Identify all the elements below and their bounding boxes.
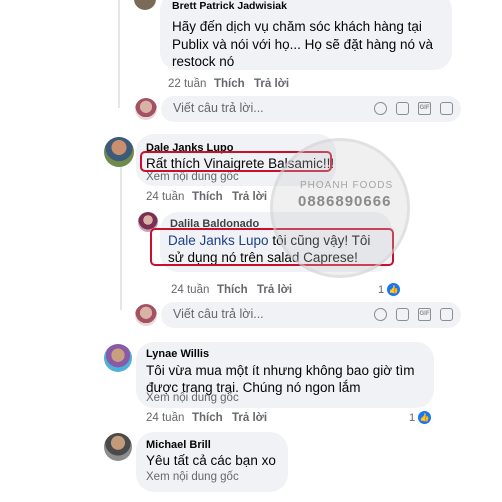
comment-time[interactable]: 24 tuần (146, 191, 192, 203)
like-button[interactable]: Thích (214, 78, 254, 90)
camera-icon[interactable] (396, 102, 409, 115)
reply-button[interactable]: Trả lời (232, 412, 267, 424)
avatar[interactable] (104, 433, 132, 461)
reply-button[interactable]: Trả lời (254, 78, 289, 90)
comment-author[interactable]: Brett Patrick Jadwisiak (172, 0, 287, 12)
like-button[interactable]: Thích (217, 284, 257, 296)
comment-actions: 24 tuần Thích Trả lời (146, 412, 267, 424)
reply-button[interactable]: Trả lời (257, 284, 292, 296)
see-original-link[interactable]: Xem nội dung gốc (146, 471, 239, 483)
comment-bubble: Brett Patrick Jadwisiak Hãy đến dịch vụ … (160, 0, 452, 70)
avatar (135, 304, 157, 326)
reply-button[interactable]: Trả lời (232, 191, 267, 203)
like-button[interactable]: Thích (192, 412, 232, 424)
comment-author[interactable]: Lynae Willis (146, 348, 209, 360)
reply-input-icons: GIF (374, 102, 453, 115)
reply-input[interactable]: Viết câu trả lời... GIF (161, 302, 461, 328)
reply-placeholder: Viết câu trả lời... (173, 101, 264, 115)
emoji-icon[interactable] (374, 308, 387, 321)
see-original-link[interactable]: Xem nội dung gốc (146, 392, 239, 404)
reaction-count-number: 1 (378, 283, 385, 296)
like-reaction-icon: 👍 (418, 411, 432, 424)
camera-icon[interactable] (396, 308, 409, 321)
thread-line (120, 160, 122, 310)
reply-input[interactable]: Viết câu trả lời... GIF (161, 96, 461, 122)
avatar[interactable] (104, 137, 134, 167)
gif-icon[interactable]: GIF (418, 102, 431, 115)
watermark-phone: 0886890666 (298, 193, 392, 210)
comment-author[interactable]: Michael Brill (146, 439, 211, 451)
sticker-icon[interactable] (440, 308, 453, 321)
comment-bubble: Lynae Willis Tôi vừa mua một ít nhưng kh… (136, 342, 434, 408)
comment-time[interactable]: 24 tuần (146, 412, 192, 424)
comment-time[interactable]: 24 tuần (171, 284, 217, 296)
reaction-count-number: 1 (409, 411, 416, 424)
comment-text: Tôi vừa mua một ít nhưng không bao giờ t… (146, 363, 415, 395)
watermark-brand: PHOANH FOODS (300, 180, 394, 191)
emoji-icon[interactable] (374, 102, 387, 115)
comment-text: Yêu tất cả các bạn xo (146, 453, 276, 468)
thread-line (118, 0, 120, 108)
comment-actions: 24 tuần Thích Trả lời (171, 284, 292, 296)
reply-placeholder: Viết câu trả lời... (173, 307, 264, 321)
comment-text: Hãy đến dịch vụ chăm sóc khách hàng tại … (172, 19, 434, 69)
reaction-count[interactable]: 1 👍 (378, 283, 401, 296)
like-button[interactable]: Thích (192, 191, 232, 203)
like-reaction-icon: 👍 (387, 283, 401, 296)
comment-actions: 22 tuần Thích Trả lời (168, 78, 289, 90)
comment-actions: 24 tuần Thích Trả lời (146, 191, 267, 203)
reaction-count[interactable]: 1 👍 (409, 411, 432, 424)
see-original-link[interactable]: Xem nội dung gốc (146, 171, 239, 183)
comment-bubble: Michael Brill Yêu tất cả các bạn xo Xem … (136, 432, 288, 492)
comment-time[interactable]: 22 tuần (168, 78, 214, 90)
gif-icon[interactable]: GIF (418, 308, 431, 321)
avatar[interactable] (134, 0, 156, 10)
avatar (135, 98, 157, 120)
sticker-icon[interactable] (440, 102, 453, 115)
avatar[interactable] (104, 344, 132, 372)
reply-input-icons: GIF (374, 308, 453, 321)
